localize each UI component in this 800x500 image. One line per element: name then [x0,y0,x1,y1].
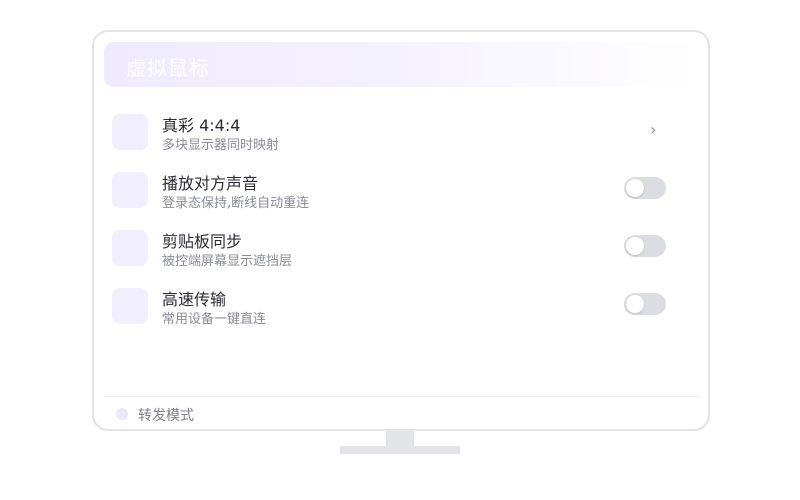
row-icon [112,172,148,208]
settings-row-true-color[interactable]: 真彩 4:4:4 多块显示器同时映射 › [112,112,668,156]
row-subtitle: 常用设备一键直连 [162,312,267,327]
row-icon [112,230,148,266]
status-dot-icon [116,408,128,420]
row-title: 高速传输 [162,290,227,309]
forward-mode-label[interactable]: 转发模式 [138,405,194,425]
row-icon [112,288,148,324]
header-bar: 虚拟鼠标 [104,42,698,87]
footer-divider [104,396,698,397]
row-icon [112,114,148,150]
play-sound-toggle[interactable] [624,177,666,199]
row-title: 剪贴板同步 [162,232,243,251]
row-subtitle: 多块显示器同时映射 [162,138,280,153]
row-title: 真彩 4:4:4 [162,116,241,135]
settings-row-play-sound: 播放对方声音 登录态保持,断线自动重连 [112,170,668,214]
chevron-right-icon[interactable]: › [650,120,656,139]
monitor-frame: 虚拟鼠标 真彩 4:4:4 多块显示器同时映射 › 播放对方声音 登录态保持,断… [92,30,710,431]
page: 虚拟鼠标 真彩 4:4:4 多块显示器同时映射 › 播放对方声音 登录态保持,断… [0,0,800,500]
row-subtitle: 被控端屏幕显示遮挡层 [162,254,293,269]
row-title: 播放对方声音 [162,174,259,193]
toggle-knob [626,237,644,255]
fast-transfer-toggle[interactable] [624,293,666,315]
row-subtitle: 登录态保持,断线自动重连 [162,196,310,211]
settings-row-clipboard-sync: 剪贴板同步 被控端屏幕显示遮挡层 [112,228,668,272]
monitor-stand-base [340,446,460,454]
monitor-stand-neck [386,431,414,447]
header-title: 虚拟鼠标 [126,56,210,80]
toggle-knob [626,295,644,313]
settings-row-fast-transfer: 高速传输 常用设备一键直连 [112,286,668,330]
toggle-knob [626,179,644,197]
clipboard-sync-toggle[interactable] [624,235,666,257]
